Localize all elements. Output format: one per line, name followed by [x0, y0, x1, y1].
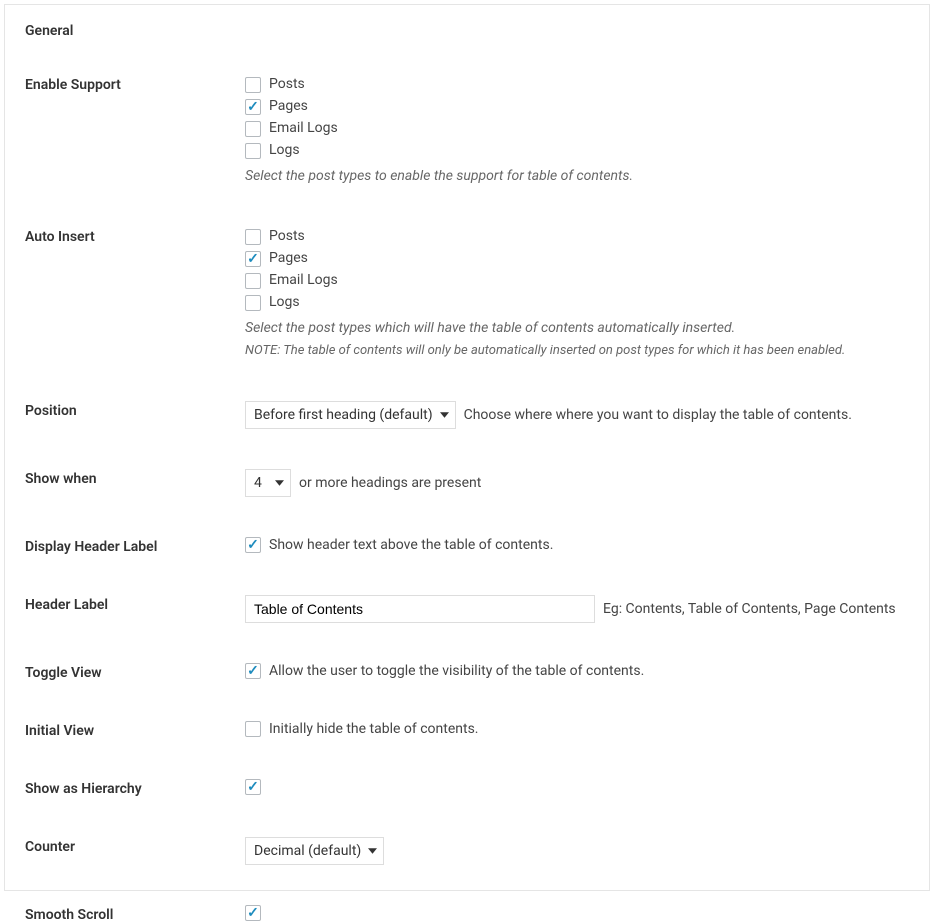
- label-display-header-label: Display Header Label: [25, 537, 245, 555]
- row-auto-insert: Auto Insert Posts Pages Email Logs Logs …: [25, 227, 909, 361]
- checkbox-label: Logs: [269, 141, 300, 160]
- checkbox-smooth-scroll[interactable]: [245, 905, 261, 921]
- content-initial-view: Initially hide the table of contents.: [245, 721, 909, 737]
- row-smooth-scroll: Smooth Scroll: [25, 905, 909, 923]
- checkbox-autoinsert-posts[interactable]: [245, 229, 261, 245]
- content-display-header-label: Show header text above the table of cont…: [245, 537, 909, 553]
- auto-insert-note: NOTE: The table of contents will only be…: [245, 341, 909, 361]
- checkbox-autoinsert-pages[interactable]: [245, 251, 261, 267]
- initial-view-text: Initially hide the table of contents.: [269, 721, 479, 737]
- content-enable-support: Posts Pages Email Logs Logs Select the p…: [245, 75, 909, 187]
- label-enable-support: Enable Support: [25, 75, 245, 93]
- checkbox-item-posts: Posts: [245, 75, 909, 94]
- checkbox-enable-logs[interactable]: [245, 143, 261, 159]
- position-hint: Choose where where you want to display t…: [464, 407, 852, 423]
- checkbox-label: Email Logs: [269, 119, 338, 138]
- checkbox-label: Pages: [269, 97, 308, 116]
- label-smooth-scroll: Smooth Scroll: [25, 905, 245, 923]
- checkbox-enable-posts[interactable]: [245, 77, 261, 93]
- content-position: Before first heading (default) Choose wh…: [245, 401, 909, 429]
- checkbox-label: Posts: [269, 75, 305, 94]
- checkbox-autoinsert-logs[interactable]: [245, 295, 261, 311]
- label-auto-insert: Auto Insert: [25, 227, 245, 245]
- checkbox-label: Logs: [269, 293, 300, 312]
- checkbox-show-hierarchy[interactable]: [245, 779, 261, 795]
- header-label-hint: Eg: Contents, Table of Contents, Page Co…: [603, 601, 896, 617]
- checkbox-item-logs: Logs: [245, 293, 909, 312]
- content-counter: Decimal (default): [245, 837, 909, 865]
- checkbox-item-logs: Logs: [245, 141, 909, 160]
- checkbox-enable-emaillogs[interactable]: [245, 121, 261, 137]
- row-counter: Counter Decimal (default): [25, 837, 909, 865]
- checkbox-label: Posts: [269, 227, 305, 246]
- checkbox-label: Pages: [269, 249, 308, 268]
- label-position: Position: [25, 401, 245, 419]
- row-show-when: Show when 4 or more headings are present: [25, 469, 909, 497]
- content-header-label: Eg: Contents, Table of Contents, Page Co…: [245, 595, 909, 623]
- row-show-hierarchy: Show as Hierarchy: [25, 779, 909, 797]
- select-counter[interactable]: Decimal (default): [245, 837, 384, 865]
- checkbox-autoinsert-emaillogs[interactable]: [245, 273, 261, 289]
- toggle-view-text: Allow the user to toggle the visibility …: [269, 663, 644, 679]
- row-header-label: Header Label Eg: Contents, Table of Cont…: [25, 595, 909, 623]
- content-show-hierarchy: [245, 779, 909, 795]
- label-initial-view: Initial View: [25, 721, 245, 739]
- label-toggle-view: Toggle View: [25, 663, 245, 681]
- content-show-when: 4 or more headings are present: [245, 469, 909, 497]
- checkbox-label: Email Logs: [269, 271, 338, 290]
- select-show-when[interactable]: 4: [245, 469, 291, 497]
- show-when-hint: or more headings are present: [299, 475, 481, 491]
- label-show-when: Show when: [25, 469, 245, 487]
- content-toggle-view: Allow the user to toggle the visibility …: [245, 663, 909, 679]
- label-counter: Counter: [25, 837, 245, 855]
- display-header-text: Show header text above the table of cont…: [269, 537, 553, 553]
- input-header-label[interactable]: [245, 595, 595, 623]
- checkbox-display-header-label[interactable]: [245, 537, 261, 553]
- checkbox-toggle-view[interactable]: [245, 663, 261, 679]
- label-show-hierarchy: Show as Hierarchy: [25, 779, 245, 797]
- checkbox-item-pages: Pages: [245, 249, 909, 268]
- content-smooth-scroll: [245, 905, 909, 921]
- settings-panel: General Enable Support Posts Pages Email…: [4, 4, 930, 891]
- label-header-label: Header Label: [25, 595, 245, 613]
- row-display-header-label: Display Header Label Show header text ab…: [25, 537, 909, 555]
- row-toggle-view: Toggle View Allow the user to toggle the…: [25, 663, 909, 681]
- select-position[interactable]: Before first heading (default): [245, 401, 456, 429]
- row-enable-support: Enable Support Posts Pages Email Logs Lo…: [25, 75, 909, 187]
- checkbox-item-posts: Posts: [245, 227, 909, 246]
- enable-support-description: Select the post types to enable the supp…: [245, 166, 909, 187]
- checkbox-initial-view[interactable]: [245, 721, 261, 737]
- row-position: Position Before first heading (default) …: [25, 401, 909, 429]
- checkbox-enable-pages[interactable]: [245, 99, 261, 115]
- section-title: General: [25, 23, 909, 39]
- checkbox-item-emaillogs: Email Logs: [245, 119, 909, 138]
- row-initial-view: Initial View Initially hide the table of…: [25, 721, 909, 739]
- auto-insert-description: Select the post types which will have th…: [245, 318, 909, 339]
- content-auto-insert: Posts Pages Email Logs Logs Select the p…: [245, 227, 909, 361]
- checkbox-item-pages: Pages: [245, 97, 909, 116]
- checkbox-item-emaillogs: Email Logs: [245, 271, 909, 290]
